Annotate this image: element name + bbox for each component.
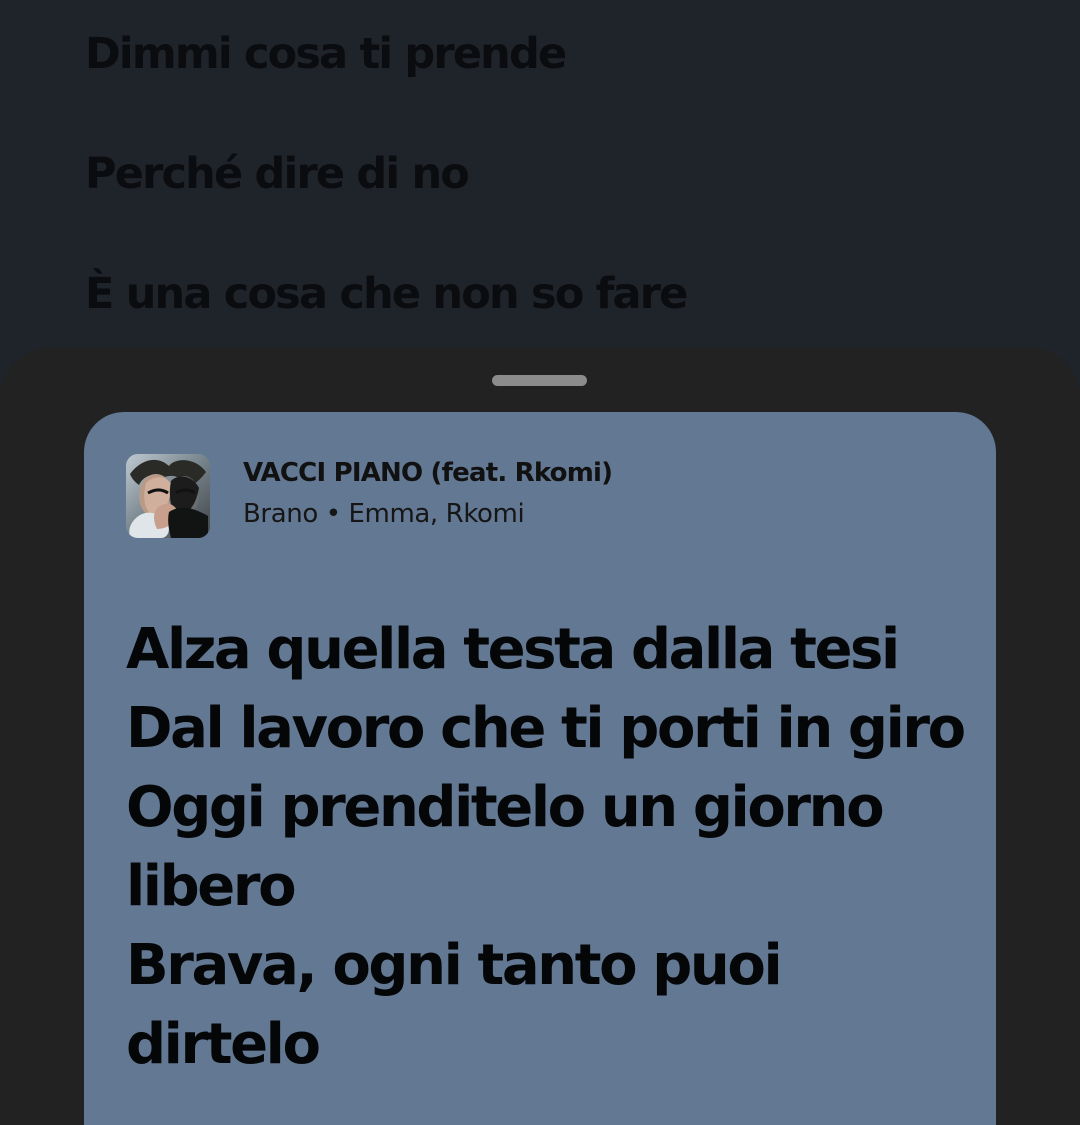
shared-lyrics: Alza quella testa dalla tesi Dal lavoro … — [126, 610, 986, 1084]
background-lyric-line: Perché dire di no — [85, 149, 470, 199]
shared-lyric-line: Dal lavoro che ti porti in giro — [126, 696, 966, 761]
drag-handle-icon[interactable] — [492, 375, 587, 386]
shared-lyric-line: libero — [126, 854, 297, 919]
track-subtitle: Brano • Emma, Rkomi — [243, 499, 525, 529]
lyrics-share-screen: Dimmi cosa ti prende Perché dire di no È… — [0, 0, 1080, 1125]
shared-lyric-line: Oggi prenditelo un giorno — [126, 775, 885, 840]
background-lyric-line: Dimmi cosa ti prende — [85, 29, 567, 79]
shared-lyric-line: Brava, ogni tanto puoi — [126, 933, 783, 998]
lyrics-share-card[interactable]: VACCI PIANO (feat. Rkomi) Brano • Emma, … — [84, 412, 996, 1125]
shared-lyric-line: dirtelo — [126, 1012, 321, 1077]
album-cover-image — [126, 454, 210, 538]
track-title: VACCI PIANO (feat. Rkomi) — [243, 458, 613, 488]
shared-lyric-line: Alza quella testa dalla tesi — [126, 617, 900, 682]
background-lyrics-view: Dimmi cosa ti prende Perché dire di no È… — [0, 0, 1080, 360]
share-bottom-sheet[interactable]: VACCI PIANO (feat. Rkomi) Brano • Emma, … — [0, 348, 1080, 1125]
background-lyric-line: È una cosa che non so fare — [85, 269, 688, 319]
